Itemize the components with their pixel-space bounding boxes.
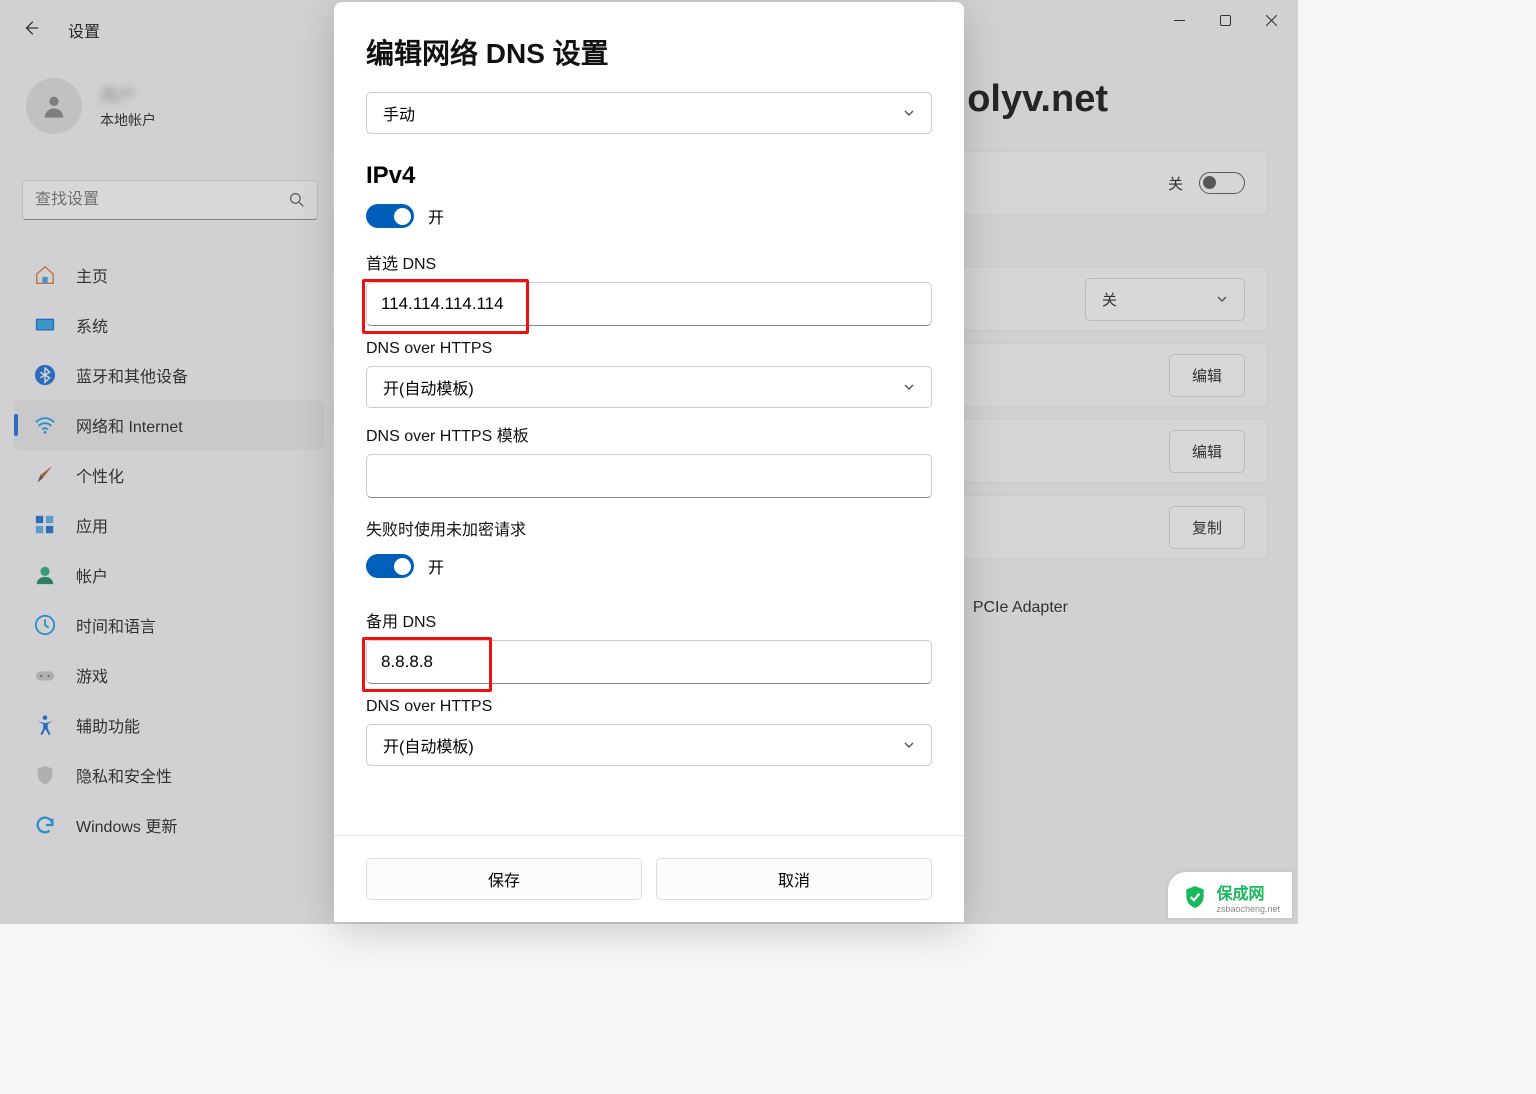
ipv4-heading: IPv4 — [366, 162, 932, 190]
dialog-title: 编辑网络 DNS 设置 — [366, 32, 932, 72]
doh-template-input[interactable] — [366, 454, 932, 498]
mode-select[interactable]: 手动 — [366, 92, 932, 134]
doh1-select[interactable]: 开(自动模板) — [366, 366, 932, 408]
cancel-button[interactable]: 取消 — [656, 858, 932, 900]
save-button[interactable]: 保存 — [366, 858, 642, 900]
ipv4-toggle[interactable] — [366, 204, 414, 228]
doh2-select[interactable]: 开(自动模板) — [366, 724, 932, 766]
secondary-dns-label: 备用 DNS — [366, 608, 932, 632]
doh1-label: DNS over HTTPS — [366, 340, 932, 358]
primary-dns-input[interactable]: 114.114.114.114 — [366, 282, 932, 326]
shield-check-icon — [1182, 884, 1208, 910]
secondary-dns-input[interactable]: 8.8.8.8 — [366, 640, 932, 684]
chevron-down-icon — [903, 739, 915, 751]
dns-settings-dialog: 编辑网络 DNS 设置 手动 IPv4 开 首选 DNS 114.114.114… — [334, 2, 964, 922]
fallback-label: 失败时使用未加密请求 — [366, 516, 932, 540]
doh-template-label: DNS over HTTPS 模板 — [366, 422, 932, 446]
watermark: 保成网zsbaocheng.net — [1168, 872, 1292, 918]
chevron-down-icon — [903, 107, 915, 119]
chevron-down-icon — [903, 381, 915, 393]
toggle-label: 开 — [428, 204, 444, 228]
toggle-label: 开 — [428, 554, 444, 578]
doh2-label: DNS over HTTPS — [366, 698, 932, 716]
primary-dns-label: 首选 DNS — [366, 250, 932, 274]
fallback-toggle[interactable] — [366, 554, 414, 578]
